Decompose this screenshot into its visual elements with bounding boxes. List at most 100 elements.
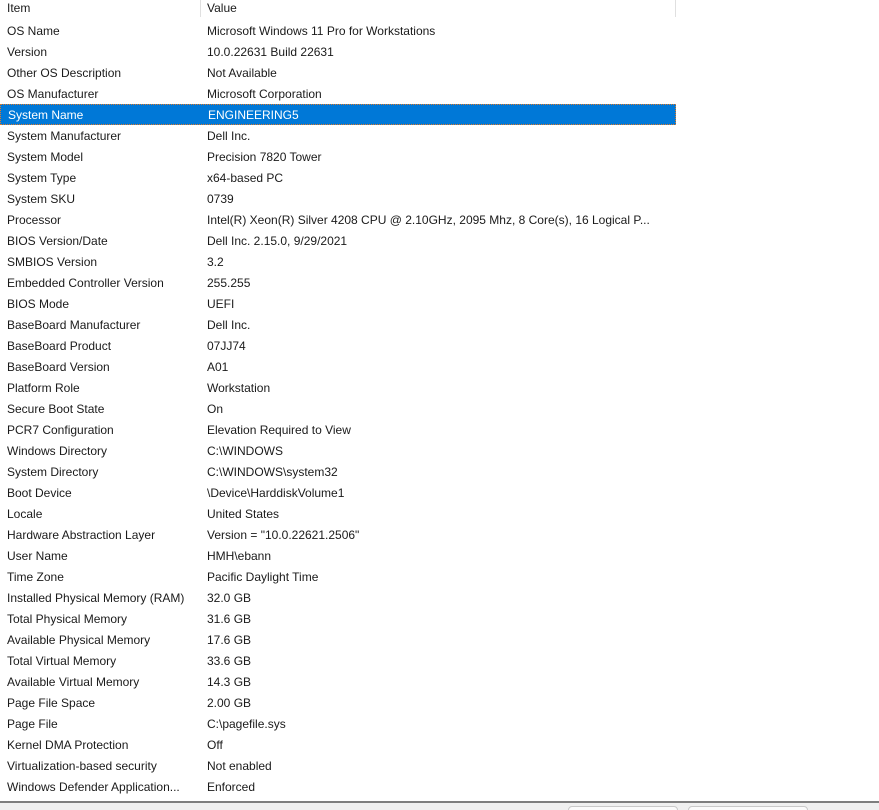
item-cell: BaseBoard Manufacturer xyxy=(7,317,141,332)
value-cell: 17.6 GB xyxy=(207,632,252,647)
item-cell: Kernel DMA Protection xyxy=(7,737,129,752)
table-row[interactable]: Available Virtual Memory 14.3 GB xyxy=(0,671,676,692)
value-cell: 33.6 GB xyxy=(207,653,252,668)
table-row[interactable]: BaseBoard Product 07JJ74 xyxy=(0,335,676,356)
item-cell: BaseBoard Product xyxy=(7,338,112,353)
value-cell: 07JJ74 xyxy=(207,338,246,353)
find-bar-strip xyxy=(0,803,879,810)
value-cell: 255.255 xyxy=(207,275,251,290)
close-find-button-cutoff[interactable] xyxy=(688,806,808,810)
value-cell: Elevation Required to View xyxy=(207,422,351,437)
table-row[interactable]: Windows Directory C:\WINDOWS xyxy=(0,440,676,461)
item-cell: Available Physical Memory xyxy=(7,632,151,647)
item-cell: Boot Device xyxy=(7,485,72,500)
value-cell: ENGINEERING5 xyxy=(208,107,299,122)
table-row[interactable]: Version 10.0.22631 Build 22631 xyxy=(0,41,676,62)
value-cell: \Device\HarddiskVolume1 xyxy=(207,485,345,500)
table-row[interactable]: Page File Space 2.00 GB xyxy=(0,692,676,713)
item-cell: System Directory xyxy=(7,464,99,479)
table-row[interactable]: System SKU 0739 xyxy=(0,188,676,209)
item-cell: Installed Physical Memory (RAM) xyxy=(7,590,185,605)
value-cell: 14.3 GB xyxy=(207,674,252,689)
system-summary-listview: Item Value OS Name Microsoft Windows 11 … xyxy=(0,0,879,801)
table-row[interactable]: System Name ENGINEERING5 xyxy=(0,104,676,125)
value-cell: Workstation xyxy=(207,380,271,395)
value-cell: C:\WINDOWS xyxy=(207,443,283,458)
table-row[interactable]: Virtualization-based security Not enable… xyxy=(0,755,676,776)
value-cell: C:\pagefile.sys xyxy=(207,716,286,731)
item-cell: Platform Role xyxy=(7,380,80,395)
column-header-value[interactable]: Value xyxy=(200,0,676,17)
value-cell: 0739 xyxy=(207,191,234,206)
value-cell: Version = "10.0.22621.2506" xyxy=(207,527,360,542)
table-row[interactable]: Time Zone Pacific Daylight Time xyxy=(0,566,676,587)
item-cell: BIOS Mode xyxy=(7,296,70,311)
item-cell: Processor xyxy=(7,212,62,227)
value-cell: Microsoft Corporation xyxy=(207,86,322,101)
value-cell: On xyxy=(207,401,224,416)
item-cell: Windows Directory xyxy=(7,443,108,458)
table-row[interactable]: Other OS Description Not Available xyxy=(0,62,676,83)
table-row[interactable]: Platform Role Workstation xyxy=(0,377,676,398)
table-row[interactable]: OS Name Microsoft Windows 11 Pro for Wor… xyxy=(0,20,676,41)
value-cell: Dell Inc. 2.15.0, 9/29/2021 xyxy=(207,233,348,248)
table-row[interactable]: BaseBoard Version A01 xyxy=(0,356,676,377)
table-row[interactable]: Installed Physical Memory (RAM) 32.0 GB xyxy=(0,587,676,608)
table-row[interactable]: Boot Device \Device\HarddiskVolume1 xyxy=(0,482,676,503)
table-row[interactable]: System Manufacturer Dell Inc. xyxy=(0,125,676,146)
item-cell: System Model xyxy=(7,149,84,164)
list-rows: OS Name Microsoft Windows 11 Pro for Wor… xyxy=(0,20,879,797)
listview-header: Item Value xyxy=(0,0,879,20)
item-cell: Page File Space xyxy=(7,695,96,710)
column-header-item[interactable]: Item xyxy=(0,0,200,17)
value-cell: x64-based PC xyxy=(207,170,284,185)
value-cell: 10.0.22631 Build 22631 xyxy=(207,44,334,59)
table-row[interactable]: Available Physical Memory 17.6 GB xyxy=(0,629,676,650)
item-cell: User Name xyxy=(7,548,68,563)
table-row[interactable]: Page File C:\pagefile.sys xyxy=(0,713,676,734)
value-cell: Not enabled xyxy=(207,758,272,773)
table-row[interactable]: BIOS Mode UEFI xyxy=(0,293,676,314)
table-row[interactable]: BIOS Version/Date Dell Inc. 2.15.0, 9/29… xyxy=(0,230,676,251)
table-row[interactable]: PCR7 Configuration Elevation Required to… xyxy=(0,419,676,440)
value-cell: UEFI xyxy=(207,296,235,311)
item-cell: System Type xyxy=(7,170,77,185)
value-cell: 32.0 GB xyxy=(207,590,252,605)
item-cell: OS Name xyxy=(7,23,60,38)
table-row[interactable]: Processor Intel(R) Xeon(R) Silver 4208 C… xyxy=(0,209,676,230)
table-row[interactable]: System Model Precision 7820 Tower xyxy=(0,146,676,167)
item-cell: Secure Boot State xyxy=(7,401,105,416)
table-row[interactable]: SMBIOS Version 3.2 xyxy=(0,251,676,272)
value-cell: A01 xyxy=(207,359,229,374)
table-row[interactable]: Kernel DMA Protection Off xyxy=(0,734,676,755)
table-row[interactable]: Hardware Abstraction Layer Version = "10… xyxy=(0,524,676,545)
item-cell: BIOS Version/Date xyxy=(7,233,108,248)
value-cell: Dell Inc. xyxy=(207,317,251,332)
table-row[interactable]: Total Physical Memory 31.6 GB xyxy=(0,608,676,629)
item-cell: Total Virtual Memory xyxy=(7,653,117,668)
item-cell: Virtualization-based security xyxy=(7,758,157,773)
value-cell: United States xyxy=(207,506,280,521)
table-row[interactable]: Locale United States xyxy=(0,503,676,524)
find-button-cutoff[interactable] xyxy=(568,806,678,810)
item-cell: BaseBoard Version xyxy=(7,359,110,374)
value-cell: C:\WINDOWS\system32 xyxy=(207,464,338,479)
table-row[interactable]: System Type x64-based PC xyxy=(0,167,676,188)
table-row[interactable]: Windows Defender Application... Enforced xyxy=(0,776,676,797)
table-row[interactable]: User Name HMH\ebann xyxy=(0,545,676,566)
table-row[interactable]: Embedded Controller Version 255.255 xyxy=(0,272,676,293)
table-row[interactable]: System Directory C:\WINDOWS\system32 xyxy=(0,461,676,482)
value-cell: Microsoft Windows 11 Pro for Workstation… xyxy=(207,23,436,38)
value-cell: Enforced xyxy=(207,779,256,794)
item-cell: System Name xyxy=(8,107,84,122)
table-row[interactable]: Total Virtual Memory 33.6 GB xyxy=(0,650,676,671)
value-cell: HMH\ebann xyxy=(207,548,272,563)
item-cell: Windows Defender Application... xyxy=(7,779,180,794)
item-cell: Hardware Abstraction Layer xyxy=(7,527,156,542)
table-row[interactable]: Secure Boot State On xyxy=(0,398,676,419)
item-cell: PCR7 Configuration xyxy=(7,422,114,437)
item-cell: Version xyxy=(7,44,48,59)
table-row[interactable]: OS Manufacturer Microsoft Corporation xyxy=(0,83,676,104)
table-row[interactable]: BaseBoard Manufacturer Dell Inc. xyxy=(0,314,676,335)
item-cell: System SKU xyxy=(7,191,76,206)
